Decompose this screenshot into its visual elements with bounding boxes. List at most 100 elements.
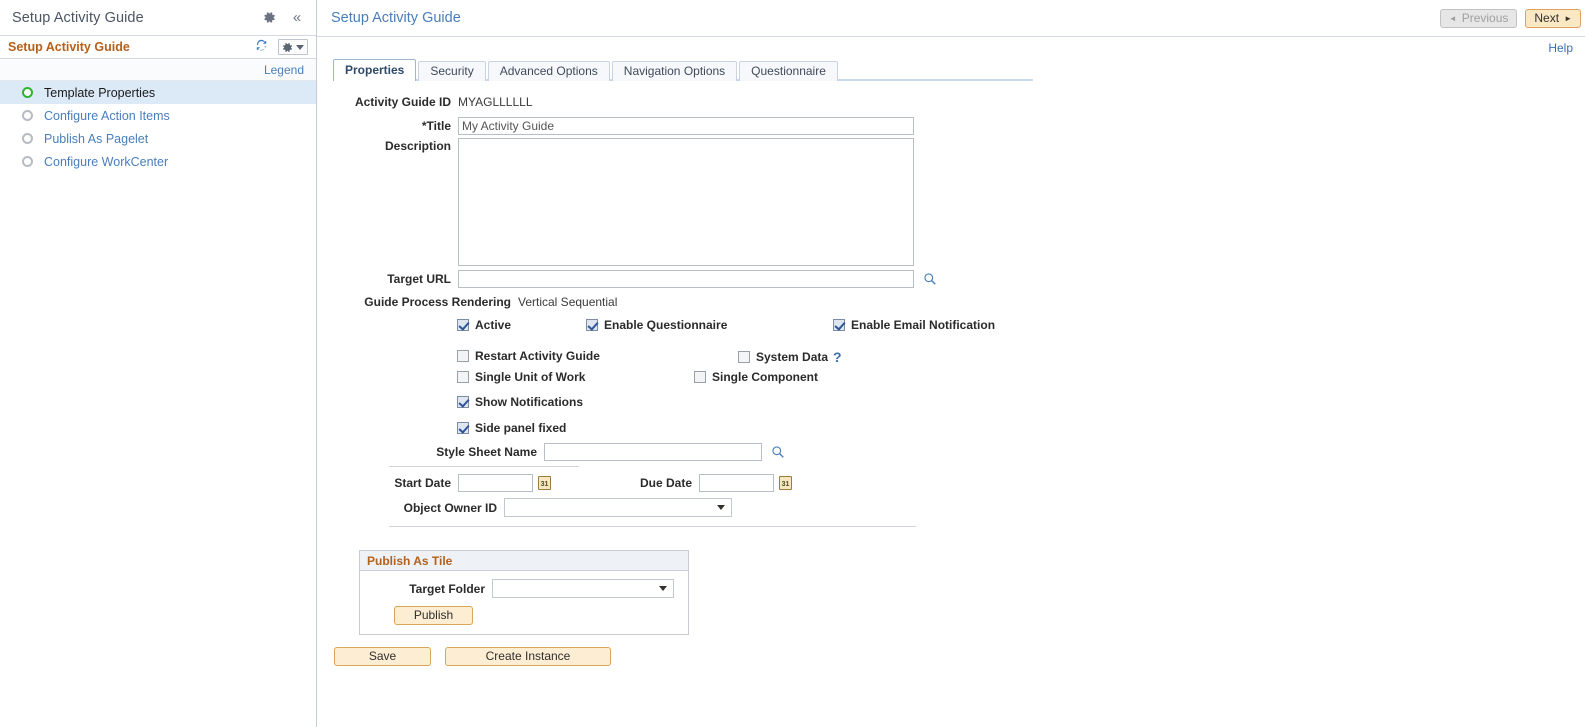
restart-activity-guide-label: Restart Activity Guide [475,349,600,363]
previous-button[interactable]: ◄ Previous [1439,8,1518,28]
sidebar-item-label: Publish As Pagelet [44,131,149,146]
sidebar-header-title: Setup Activity Guide [12,9,144,26]
target-folder-select-wrap [492,579,674,598]
description-label: Description [384,139,451,153]
publish-button[interactable]: Publish [394,606,473,625]
page-title: Setup Activity Guide [331,10,461,26]
description-textarea[interactable] [458,138,914,266]
target-url-input[interactable] [458,270,914,288]
style-sheet-input[interactable] [544,443,762,461]
tab-advanced-options[interactable]: Advanced Options [487,61,610,81]
help-question-icon[interactable]: ? [833,349,842,365]
triangle-left-icon: ◄ [1448,13,1457,23]
checkbox-row-3: Single Unit of Work Single Component [317,370,1585,395]
system-data-label: System Data [756,350,829,364]
enable-questionnaire-checkbox[interactable] [586,319,598,331]
due-date-group: Due Date 31 [617,474,792,492]
single-unit-of-work-label: Single Unit of Work [475,370,586,384]
style-sheet-row: Style Sheet Name [317,443,1585,461]
tab-properties[interactable]: Properties [333,59,417,81]
save-button[interactable]: Save [334,647,431,666]
next-button[interactable]: Next ► [1525,8,1581,28]
single-component-checkbox[interactable] [694,371,706,383]
help-row: Help [317,37,1585,59]
search-icon[interactable] [923,272,937,286]
start-date-input[interactable] [458,474,533,492]
main-content: Setup Activity Guide ◄ Previous Next ► H… [317,0,1585,727]
side-panel-fixed-checkbox[interactable] [457,422,469,434]
target-folder-label: Target Folder [409,581,485,596]
target-url-row: Target URL [317,270,1585,288]
checkbox-row-2: Restart Activity Guide System Data ? [317,349,1585,370]
enable-email-notification-label: Enable Email Notification [851,318,996,332]
single-unit-of-work-checkbox-group[interactable]: Single Unit of Work [457,370,585,384]
active-label: Active [475,318,512,332]
side-panel-fixed-checkbox-group[interactable]: Side panel fixed [457,421,1585,435]
style-sheet-label: Style Sheet Name [436,445,537,459]
calendar-icon[interactable]: 31 [779,476,792,490]
sidebar-subheader: Setup Activity Guide [0,36,316,59]
activity-guide-id-label: Activity Guide ID [354,95,451,109]
enable-email-notification-checkbox-group[interactable]: Enable Email Notification [833,318,995,332]
gear-icon[interactable] [259,8,279,28]
sidebar-actions-button[interactable] [278,39,308,55]
title-label: *Title [421,119,451,133]
title-row: *Title [317,117,1585,135]
title-input[interactable] [458,117,914,135]
chevron-double-left-icon[interactable]: « [287,8,307,28]
sidebar-header: Setup Activity Guide « [0,0,316,36]
enable-email-notification-checkbox[interactable] [833,319,845,331]
search-icon[interactable] [771,445,785,459]
enable-questionnaire-checkbox-group[interactable]: Enable Questionnaire [586,318,727,332]
start-date-label: Start Date [394,476,451,490]
due-date-input[interactable] [699,474,774,492]
object-owner-select[interactable] [504,498,732,517]
description-row: Description [317,138,1585,266]
single-unit-of-work-checkbox[interactable] [457,371,469,383]
checkbox-row-1: Active Enable Questionnaire Enable Email… [317,318,1585,339]
activity-guide-id-row: Activity Guide ID MYAGLLLLLL [317,95,1585,109]
sidebar-step-list: Template Properties Configure Action Ite… [0,81,316,173]
target-folder-select[interactable] [492,579,674,598]
system-data-checkbox[interactable] [738,351,750,363]
section-divider-top [389,466,579,467]
properties-form: Activity Guide ID MYAGLLLLLL *Title Desc… [317,95,1585,666]
sidebar-item-configure-workcenter[interactable]: Configure WorkCenter [0,150,316,173]
start-date-group: Start Date 31 [317,474,551,492]
sidebar-item-publish-as-pagelet[interactable]: Publish As Pagelet [0,127,316,150]
sidebar-item-label: Configure Action Items [44,108,170,123]
sidebar-item-label: Template Properties [44,85,156,100]
active-checkbox[interactable] [457,319,469,331]
single-component-checkbox-group[interactable]: Single Component [694,370,818,384]
gear-icon [283,42,293,52]
main-header: Setup Activity Guide ◄ Previous Next ► [317,0,1585,37]
page-root: Setup Activity Guide « Setup Activity Gu… [0,0,1585,727]
restart-activity-guide-checkbox[interactable] [457,350,469,362]
sidebar-item-label: Configure WorkCenter [44,154,169,169]
system-data-checkbox-group[interactable]: System Data ? [738,349,842,365]
tab-security[interactable]: Security [418,61,486,81]
tab-navigation-options[interactable]: Navigation Options [611,61,738,81]
restart-activity-guide-checkbox-group[interactable]: Restart Activity Guide [457,349,600,363]
triangle-right-icon: ► [1564,13,1572,23]
guide-process-rendering-label: Guide Process Rendering [364,295,511,309]
previous-button-label: Previous [1461,10,1509,25]
sidebar-item-template-properties[interactable]: Template Properties [0,81,316,104]
calendar-icon[interactable]: 31 [538,476,551,490]
sidebar-item-configure-action-items[interactable]: Configure Action Items [0,104,316,127]
single-component-label: Single Component [712,370,818,384]
object-owner-select-wrap [504,498,732,517]
create-instance-button[interactable]: Create Instance [445,647,611,666]
tab-questionnaire[interactable]: Questionnaire [739,61,838,81]
refresh-icon[interactable] [255,39,268,55]
side-panel-fixed-label: Side panel fixed [475,421,567,435]
show-notifications-label: Show Notifications [475,395,583,409]
due-date-label: Due Date [639,476,692,490]
publish-button-wrap: Publish [394,606,682,625]
show-notifications-checkbox[interactable] [457,396,469,408]
sidebar: Setup Activity Guide « Setup Activity Gu… [0,0,317,727]
active-checkbox-group[interactable]: Active [457,318,511,332]
show-notifications-checkbox-group[interactable]: Show Notifications [457,395,1585,409]
help-link[interactable]: Help [1548,41,1573,55]
legend-link[interactable]: Legend [264,63,304,77]
